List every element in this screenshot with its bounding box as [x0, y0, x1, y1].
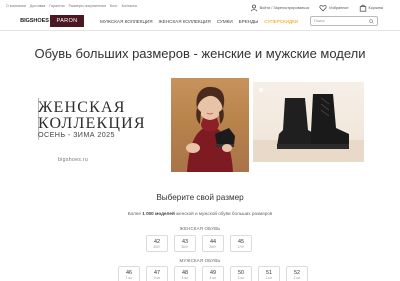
page-title: Обувь больших размеров - женские и мужск… [34, 46, 366, 61]
search-box[interactable] [310, 16, 378, 26]
men-sizes: 46 7 шт 47 9 шт 48 5 шт 49 4 шт 50 3 шт 51 2 ш… [118, 266, 308, 281]
size-desc-prefix: Более [127, 211, 143, 216]
logo-bigshoes: BIGSHOES [19, 15, 50, 27]
size-chip[interactable]: 52 2 шт [286, 266, 308, 281]
size-section-desc: Более 1 000 моделей женской и мужской об… [0, 211, 400, 216]
size-chip[interactable]: 45 170+ [230, 235, 252, 252]
cart-label: Корзина [368, 6, 383, 10]
size-count: 5 шт [181, 275, 189, 280]
top-links: О компании Доставка Гарантии Размеры пок… [6, 4, 137, 8]
size-count: 3 шт [237, 275, 245, 280]
menu-item-brands[interactable]: БРЕНДЫ [239, 19, 259, 24]
logo[interactable]: BIGSHOES PARON [19, 15, 84, 27]
menu-item-women[interactable]: ЖЕНСКАЯ КОЛЛЕКЦИЯ [159, 19, 211, 24]
main-menu: МУЖСКАЯ КОЛЛЕКЦИЯ ЖЕНСКАЯ КОЛЛЕКЦИЯ СУМК… [100, 19, 298, 24]
heart-icon [319, 5, 327, 12]
search-icon[interactable] [369, 18, 374, 24]
login-label: Войти / Зарегистрироваться [259, 6, 310, 10]
size-count: 2 шт [293, 275, 301, 280]
top-link-contacts[interactable]: Контакты [122, 4, 138, 8]
favorites-link[interactable]: Избранное [319, 4, 349, 12]
login-link[interactable]: Войти / Зарегистрироваться [250, 4, 310, 12]
top-link-blog[interactable]: Блог [110, 4, 118, 8]
size-section-title: Выберите свой размер [156, 193, 244, 202]
woman-illustration [186, 86, 235, 172]
favorites-label: Избранное [329, 6, 349, 10]
size-count: 360+ [181, 244, 189, 249]
size-count: 170+ [237, 244, 245, 249]
size-chip[interactable]: 43 360+ [174, 235, 196, 252]
menu-item-sale[interactable]: СУПЕРСКИДКИ [264, 19, 298, 24]
size-chip[interactable]: 47 9 шт [146, 266, 168, 281]
top-link-about[interactable]: О компании [6, 4, 26, 8]
size-chip[interactable]: 49 4 шт [202, 266, 224, 281]
men-sizes-label: МУЖСКАЯ ОБУВЬ [179, 258, 221, 263]
size-desc-suffix: женской и мужской обуви больших размеров [174, 211, 273, 216]
cart-link[interactable]: Корзина [359, 4, 383, 12]
logo-paron: PARON [50, 15, 84, 27]
header-divider [0, 30, 400, 31]
size-chip[interactable]: 48 5 шт [174, 266, 196, 281]
banner-title-line1: ЖЕНСКАЯ [38, 99, 126, 116]
banner-photo-boots[interactable] [253, 82, 364, 162]
size-count: 2 шт [265, 275, 273, 280]
women-sizes-label: ЖЕНСКАЯ ОБУВЬ [179, 226, 221, 231]
size-count: 450+ [153, 244, 161, 249]
user-area: Войти / Зарегистрироваться Избранное Кор… [250, 4, 383, 12]
women-sizes: 42 450+ 43 360+ 44 280+ 45 170+ [146, 235, 252, 252]
size-chip[interactable]: 44 280+ [202, 235, 224, 252]
size-count: 280+ [209, 244, 217, 249]
menu-item-bags[interactable]: СУМКИ [217, 19, 233, 24]
boots-illustration [253, 88, 364, 162]
banner-url: bigshoes.ru [58, 157, 89, 163]
size-count: 4 шт [209, 275, 217, 280]
bag-icon [359, 4, 366, 12]
size-chip[interactable]: 46 7 шт [118, 266, 140, 281]
size-desc-bold: 1 000 моделей [142, 211, 175, 216]
search-input[interactable] [314, 19, 369, 23]
size-count: 9 шт [153, 275, 161, 280]
banner-subtitle: ОСЕНЬ - ЗИМА 2025 [38, 130, 115, 139]
banner-title[interactable]: ЖЕНСКАЯ КОЛЛЕКЦИЯ [38, 100, 146, 132]
user-icon [250, 4, 257, 12]
menu-item-men[interactable]: МУЖСКАЯ КОЛЛЕКЦИЯ [100, 19, 153, 24]
banner-photo-woman[interactable] [171, 78, 249, 172]
size-count: 7 шт [125, 275, 133, 280]
top-link-delivery[interactable]: Доставка [30, 4, 45, 8]
size-chip[interactable]: 51 2 шт [258, 266, 280, 281]
size-chip[interactable]: 42 450+ [146, 235, 168, 252]
top-link-sizes[interactable]: Размеры покупателям [69, 4, 106, 8]
size-chip[interactable]: 50 3 шт [230, 266, 252, 281]
top-link-guarantees[interactable]: Гарантии [49, 4, 64, 8]
